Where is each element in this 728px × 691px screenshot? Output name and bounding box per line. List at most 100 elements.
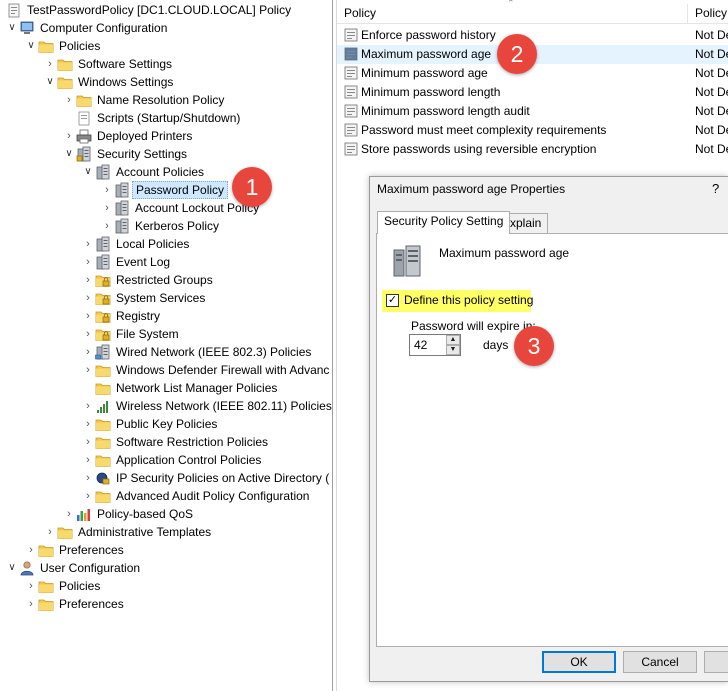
tree-item-policies[interactable]: › Policies <box>0 577 332 595</box>
tree-item-label[interactable]: Administrative Templates <box>75 523 214 541</box>
tree-item-restricted-groups[interactable]: › Restricted Groups <box>0 271 332 289</box>
policy-name[interactable]: Minimum password age <box>361 64 488 83</box>
chevron-right-icon[interactable]: › <box>101 199 113 217</box>
policy-name[interactable]: Minimum password length audit <box>361 102 530 121</box>
tree-item-label[interactable]: Account Policies <box>113 163 207 181</box>
tree-item-name-resolution-policy[interactable]: › Name Resolution Policy <box>0 91 332 109</box>
tree-item-label[interactable]: Scripts (Startup/Shutdown) <box>94 109 243 127</box>
tree-item-policies[interactable]: ∨ Policies <box>0 37 332 55</box>
chevron-right-icon[interactable]: › <box>82 253 94 271</box>
chevron-right-icon[interactable]: › <box>82 487 94 505</box>
tree-item-label[interactable]: Deployed Printers <box>94 127 195 145</box>
tree-item-event-log[interactable]: › Event Log <box>0 253 332 271</box>
tree-item-label[interactable]: Network List Manager Policies <box>113 379 280 397</box>
tree-item-deployed-printers[interactable]: › Deployed Printers <box>0 127 332 145</box>
tree-item-label[interactable]: Security Settings <box>94 145 190 163</box>
chevron-right-icon[interactable]: › <box>101 181 113 199</box>
tree-item-label[interactable]: Windows Defender Firewall with Advanc <box>113 361 332 379</box>
chevron-right-icon[interactable]: › <box>82 235 94 253</box>
tree-item-system-services[interactable]: › System Services <box>0 289 332 307</box>
chevron-right-icon[interactable]: › <box>63 127 75 145</box>
spin-up-button[interactable]: ▲ <box>446 335 460 345</box>
tab-security-policy-setting[interactable]: Security Policy Setting <box>377 211 511 234</box>
tree-item-label[interactable]: Wired Network (IEEE 802.3) Policies <box>113 343 314 361</box>
tree-item-password-policy[interactable]: › Password Policy <box>0 181 332 199</box>
tree-item-public-key-policies[interactable]: › Public Key Policies <box>0 415 332 433</box>
tree-item-label[interactable]: Local Policies <box>113 235 192 253</box>
tree-item-label[interactable]: Kerberos Policy <box>132 217 222 235</box>
policy-row[interactable]: Store passwords using reversible encrypt… <box>337 140 728 159</box>
tree-item-file-system[interactable]: › File System <box>0 325 332 343</box>
tree-item-label[interactable]: IP Security Policies on Active Directory… <box>113 469 332 487</box>
tree-item-software-settings[interactable]: › Software Settings <box>0 55 332 73</box>
chevron-right-icon[interactable]: › <box>82 433 94 451</box>
tree-item-label[interactable]: Registry <box>113 307 163 325</box>
column-header-policy[interactable]: Policy <box>337 2 376 24</box>
chevron-down-icon[interactable]: ∨ <box>44 73 56 91</box>
console-tree[interactable]: TestPasswordPolicy [DC1.CLOUD.LOCAL] Pol… <box>0 0 333 691</box>
ok-button[interactable]: OK <box>542 651 616 673</box>
tree-item-label[interactable]: Policies <box>56 37 103 55</box>
chevron-right-icon[interactable]: › <box>101 217 113 235</box>
tree-item-label[interactable]: Public Key Policies <box>113 415 220 433</box>
tree-item-label[interactable]: Name Resolution Policy <box>94 91 227 109</box>
tree-item-label[interactable]: TestPasswordPolicy [DC1.CLOUD.LOCAL] Pol… <box>24 1 294 19</box>
tree-item-testpasswordpolicy-dc1-cloud-local-policy[interactable]: TestPasswordPolicy [DC1.CLOUD.LOCAL] Pol… <box>0 1 332 19</box>
apply-button[interactable] <box>704 651 728 673</box>
chevron-right-icon[interactable]: › <box>82 397 94 415</box>
tree-item-label[interactable]: Advanced Audit Policy Configuration <box>113 487 312 505</box>
chevron-down-icon[interactable]: ∨ <box>6 559 18 577</box>
tree-item-label[interactable]: Computer Configuration <box>37 19 170 37</box>
tree-item-preferences[interactable]: › Preferences <box>0 541 332 559</box>
tree-item-label[interactable]: System Services <box>113 289 208 307</box>
tree-item-label[interactable]: Event Log <box>113 253 173 271</box>
chevron-right-icon[interactable]: › <box>82 343 94 361</box>
tree-item-administrative-templates[interactable]: › Administrative Templates <box>0 523 332 541</box>
tree-item-label[interactable]: User Configuration <box>37 559 143 577</box>
tree-item-advanced-audit-policy-configuration[interactable]: › Advanced Audit Policy Configuration <box>0 487 332 505</box>
chevron-right-icon[interactable]: › <box>82 289 94 307</box>
tree-item-user-configuration[interactable]: ∨ User Configuration <box>0 559 332 577</box>
column-header-policy-setting[interactable]: Policy <box>688 2 727 24</box>
chevron-right-icon[interactable]: › <box>25 541 37 559</box>
policy-name[interactable]: Minimum password length <box>361 83 500 102</box>
policy-row[interactable]: Password must meet complexity requiremen… <box>337 121 728 140</box>
chevron-right-icon[interactable]: › <box>44 523 56 541</box>
chevron-right-icon[interactable]: › <box>25 595 37 613</box>
chevron-right-icon[interactable]: › <box>82 415 94 433</box>
chevron-right-icon[interactable]: › <box>82 307 94 325</box>
tree-item-registry[interactable]: › Registry <box>0 307 332 325</box>
tree-item-wireless-network-ieee-802-11-policies[interactable]: › Wireless Network (IEEE 802.11) Policies <box>0 397 332 415</box>
tree-item-kerberos-policy[interactable]: › Kerberos Policy <box>0 217 332 235</box>
tree-item-wired-network-ieee-802-3-policies[interactable]: › Wired Network (IEEE 802.3) Policies <box>0 343 332 361</box>
tree-item-network-list-manager-policies[interactable]: Network List Manager Policies <box>0 379 332 397</box>
tree-item-label[interactable]: Restricted Groups <box>113 271 216 289</box>
tree-item-label[interactable]: Application Control Policies <box>113 451 264 469</box>
tree-item-label[interactable]: Preferences <box>56 541 127 559</box>
tree-item-application-control-policies[interactable]: › Application Control Policies <box>0 451 332 469</box>
tree-item-account-lockout-policy[interactable]: › Account Lockout Policy <box>0 199 332 217</box>
chevron-down-icon[interactable]: ∨ <box>6 19 18 37</box>
expire-days-value[interactable]: 42 <box>414 338 427 352</box>
tree-item-local-policies[interactable]: › Local Policies <box>0 235 332 253</box>
tree-item-policy-based-qos[interactable]: › Policy-based QoS <box>0 505 332 523</box>
tree-item-software-restriction-policies[interactable]: › Software Restriction Policies <box>0 433 332 451</box>
spin-down-button[interactable]: ▼ <box>446 345 460 355</box>
define-policy-checkbox[interactable]: ✓ <box>386 294 399 307</box>
chevron-right-icon[interactable]: › <box>63 91 75 109</box>
tree-item-label[interactable]: Software Settings <box>75 55 175 73</box>
tree-item-security-settings[interactable]: ∨ Security Settings <box>0 145 332 163</box>
chevron-right-icon[interactable]: › <box>82 451 94 469</box>
policy-name[interactable]: Store passwords using reversible encrypt… <box>361 140 596 159</box>
chevron-right-icon[interactable]: › <box>44 55 56 73</box>
policy-name[interactable]: Password must meet complexity requiremen… <box>361 121 606 140</box>
policy-row[interactable]: Minimum password length audit Not De <box>337 102 728 121</box>
chevron-right-icon[interactable]: › <box>82 469 94 487</box>
chevron-down-icon[interactable]: ∨ <box>82 163 94 181</box>
chevron-down-icon[interactable]: ∨ <box>25 37 37 55</box>
tree-item-label[interactable]: Policies <box>56 577 103 595</box>
tree-item-label[interactable]: Software Restriction Policies <box>113 433 271 451</box>
tree-item-label[interactable]: Wireless Network (IEEE 802.11) Policies <box>113 397 332 415</box>
tree-item-account-policies[interactable]: ∨ Account Policies <box>0 163 332 181</box>
tree-item-scripts-startup-shutdown[interactable]: Scripts (Startup/Shutdown) <box>0 109 332 127</box>
